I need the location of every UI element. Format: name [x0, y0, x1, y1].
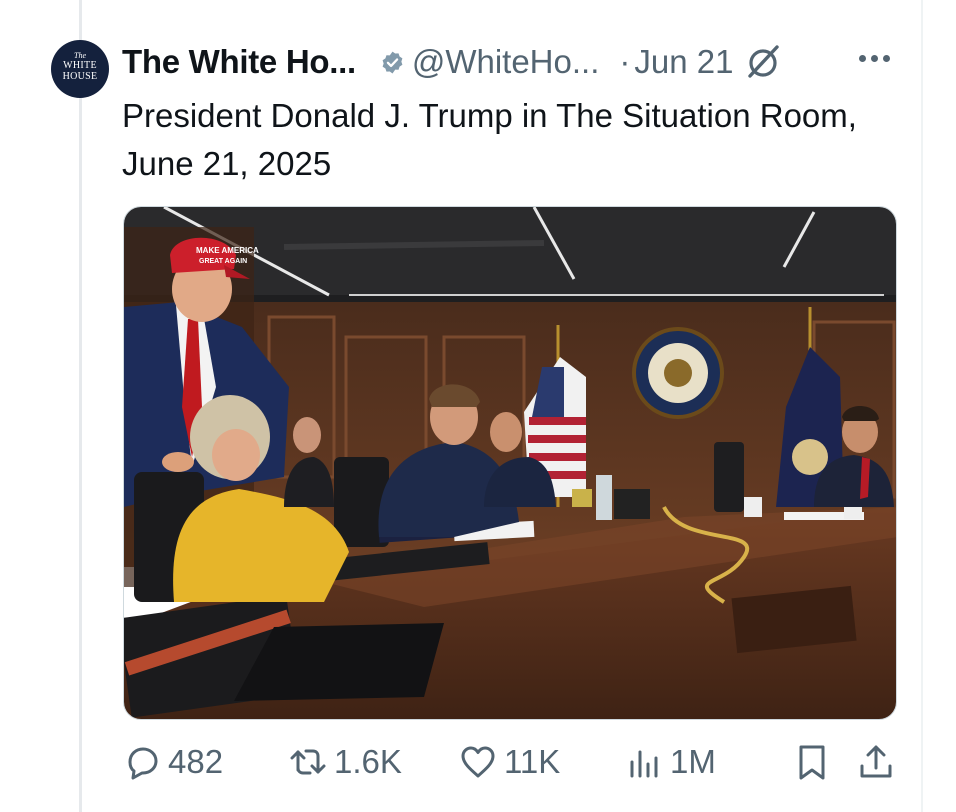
views-button[interactable]: 1M [624, 742, 716, 782]
verified-icon [382, 51, 403, 73]
repost-icon [290, 749, 326, 775]
author-handle[interactable]: @WhiteHo... [412, 43, 600, 81]
more-icon[interactable] [859, 55, 890, 62]
tweet-text: President Donald J. Trump in The Situati… [122, 97, 857, 182]
views-count: 1M [670, 743, 716, 780]
like-button[interactable]: 11K [458, 742, 560, 782]
thread-line [79, 0, 82, 812]
like-icon [461, 746, 495, 778]
action-bar: 482 1.6K 11K 1M [0, 742, 956, 786]
situation-room-photo: MAKE AMERICA GREAT AGAIN [124, 207, 896, 719]
author-name[interactable]: The White Ho... [122, 43, 356, 81]
reply-icon [128, 747, 158, 780]
hat-text-2: GREAT AGAIN [199, 258, 247, 265]
grok-icon[interactable] [743, 42, 783, 82]
post-date[interactable]: Jun 21 [634, 43, 733, 81]
reply-count: 482 [168, 743, 224, 780]
share-button[interactable] [856, 742, 896, 782]
tweet-header: The White Ho... @WhiteHo... · Jun 21 [122, 40, 783, 84]
column-divider [921, 0, 923, 812]
like-count: 11K [504, 743, 561, 780]
repost-button[interactable]: 1.6K [288, 742, 402, 782]
avatar-text-2: WHITE [63, 60, 97, 71]
bookmark-button[interactable] [792, 742, 832, 782]
tweet-photo[interactable]: MAKE AMERICA GREAT AGAIN [123, 206, 897, 720]
bookmark-icon [799, 745, 825, 780]
avatar-text-3: HOUSE [62, 71, 98, 82]
repost-count: 1.6K [334, 743, 402, 780]
reply-button[interactable]: 482 [122, 742, 223, 782]
views-icon [630, 750, 658, 778]
separator-dot: · [619, 43, 631, 80]
avatar-text-1: The [74, 51, 86, 60]
share-icon [860, 745, 892, 778]
avatar[interactable]: The WHITE HOUSE [51, 40, 109, 98]
hat-text-1: MAKE AMERICA [196, 246, 259, 255]
